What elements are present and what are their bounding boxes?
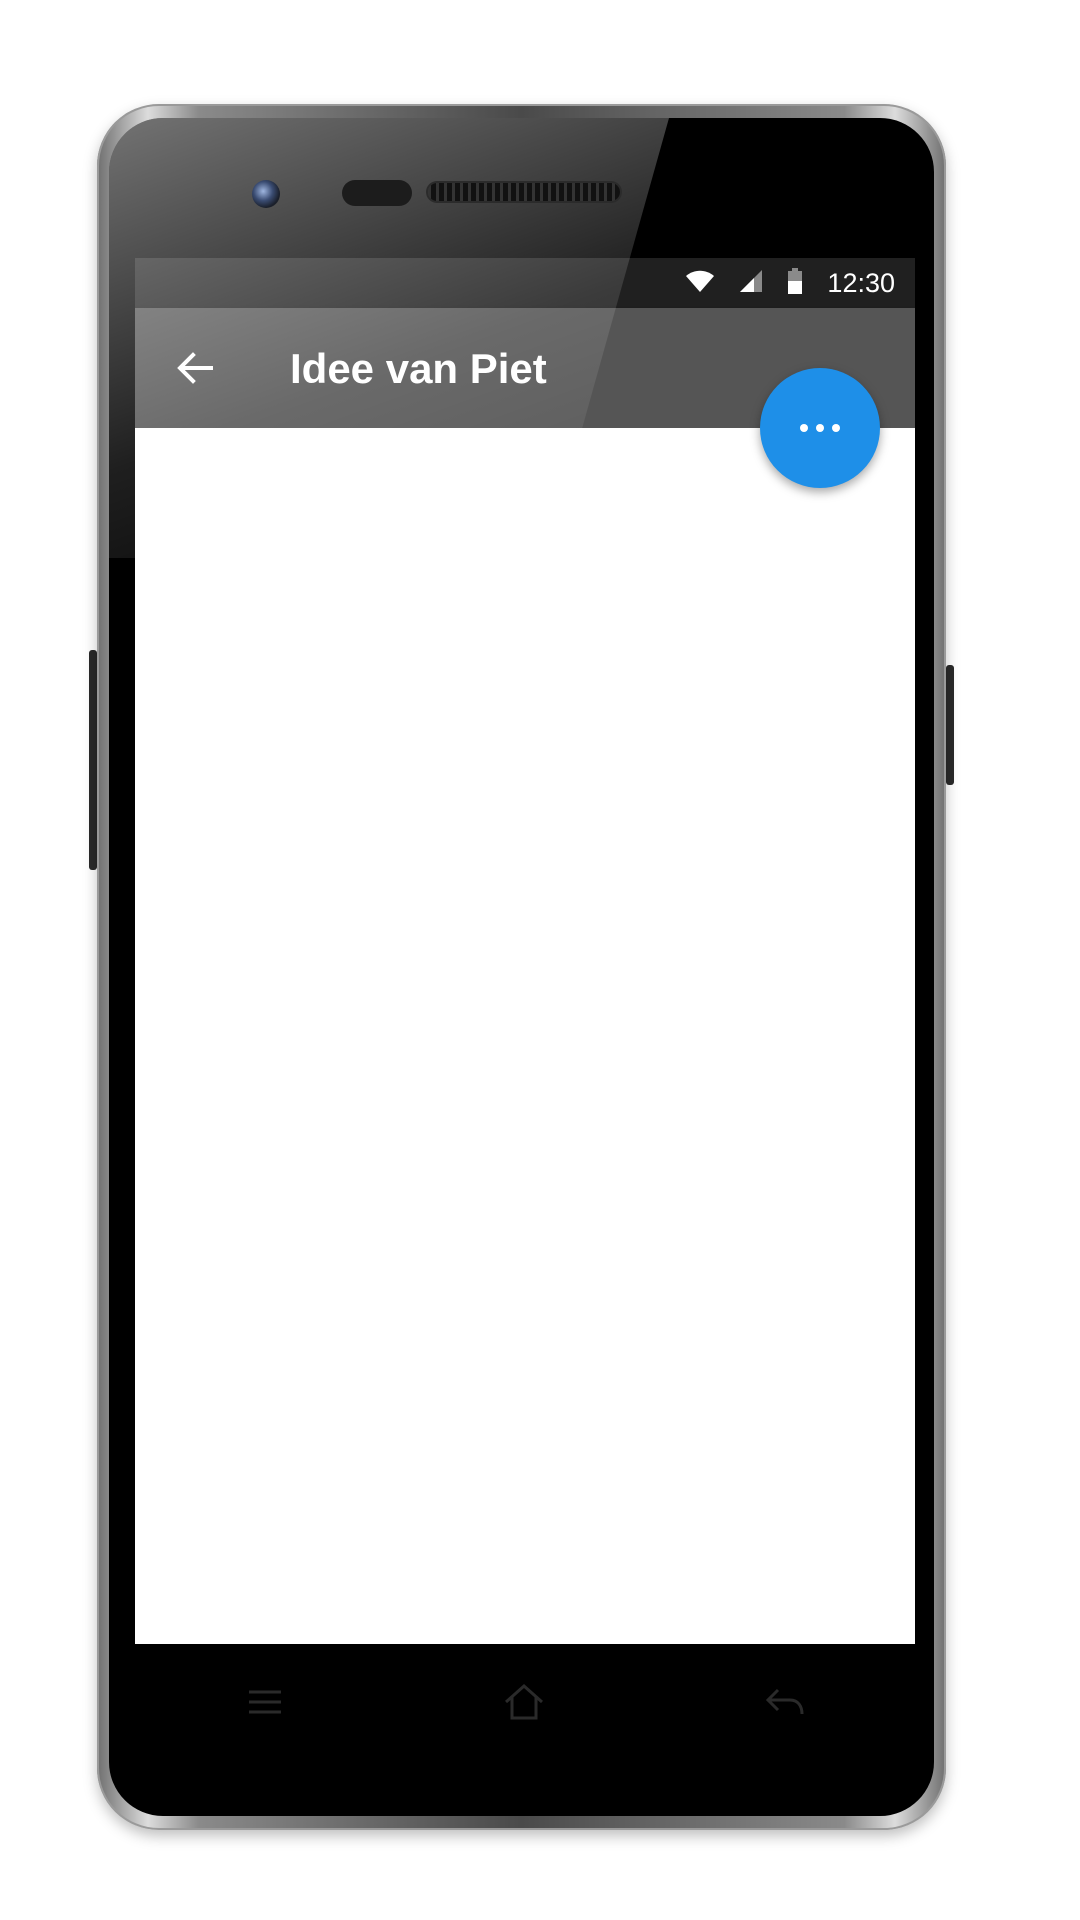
earpiece-speaker [428,183,620,201]
signal-icon [739,269,763,298]
more-options-fab[interactable] [760,368,880,488]
dot [832,424,840,432]
proximity-sensor [342,180,412,206]
status-time: 12:30 [827,267,895,298]
front-camera [252,180,280,208]
dot [800,424,808,432]
status-bar: 12:30 [135,258,915,308]
power-button[interactable] [946,665,954,785]
hardware-back-button[interactable] [762,1680,806,1724]
status-icons: 12:30 [685,258,895,308]
dot [816,424,824,432]
menu-icon [249,1690,281,1714]
battery-icon [787,267,803,299]
hardware-menu-button[interactable] [243,1680,287,1724]
hardware-keys [0,1680,1080,1740]
hardware-home-button[interactable] [502,1680,546,1724]
stage: 12:30 Idee van Piet [0,0,1080,1920]
content-area [135,428,915,1644]
home-icon [505,1683,543,1720]
page-title: Idee van Piet [290,345,547,392]
more-horizontal-icon [800,424,840,432]
volume-button[interactable] [89,650,97,870]
wifi-icon [685,269,715,298]
back-button[interactable] [175,348,215,388]
back-icon [765,1688,804,1715]
screen: 12:30 Idee van Piet [135,258,915,1644]
arrow-left-icon [177,352,213,384]
